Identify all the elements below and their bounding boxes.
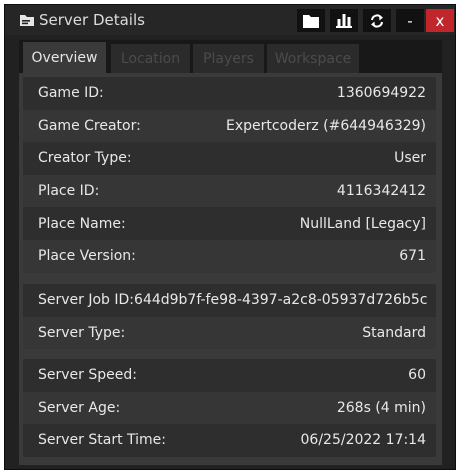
info-row-game-id: Game ID: 1360694922: [23, 77, 436, 110]
info-row-place-name: Place Name: NullLand [Legacy]: [23, 207, 436, 240]
row-label: Creator Type:: [38, 150, 132, 167]
info-row-server-type: Server Type: Standard: [23, 316, 436, 350]
row-value: 06/25/2022 17:14: [300, 432, 427, 449]
row-label: Place Name:: [38, 215, 126, 232]
folder-icon: [19, 12, 35, 28]
folder-icon: [303, 14, 319, 28]
row-label: Server Age:: [38, 399, 121, 416]
info-row-server-job-id: Server Job ID: 644d9b7f-fe98-4397-a2c8-0…: [23, 284, 436, 317]
stats-button[interactable]: [330, 9, 358, 32]
row-value: Expertcoderz (#644946329): [225, 117, 426, 134]
row-label: Server Type:: [38, 324, 126, 341]
tab-players[interactable]: Players: [193, 44, 264, 73]
row-value: 671: [399, 248, 426, 265]
server-details-window: Server Details - x Overview Location Pla…: [4, 4, 456, 470]
info-row-creator-type: Creator Type: User: [23, 142, 436, 175]
minimize-button[interactable]: -: [396, 9, 424, 32]
row-value: 60: [408, 367, 426, 384]
refresh-icon: [370, 13, 384, 28]
row-value: 644d9b7f-fe98-4397-a2c8-05937d726b5c: [134, 292, 428, 309]
row-value: 1360694922: [336, 85, 426, 102]
tab-workspace[interactable]: Workspace: [267, 44, 359, 73]
row-label: Place Version:: [38, 248, 136, 265]
row-label: Game ID:: [38, 85, 104, 102]
row-label: Server Speed:: [38, 367, 137, 384]
row-value: 268s (4 min): [336, 399, 426, 416]
close-button[interactable]: x: [426, 9, 454, 32]
row-value: Standard: [362, 324, 426, 341]
server-job-group: Server Job ID: 644d9b7f-fe98-4397-a2c8-0…: [23, 284, 436, 350]
tab-bar: Overview Location Players Workspace: [19, 40, 442, 73]
title-bar[interactable]: Server Details - x: [5, 5, 455, 35]
refresh-button[interactable]: [363, 9, 391, 32]
tab-overview[interactable]: Overview: [23, 42, 106, 73]
info-row-place-id: Place ID: 4116342412: [23, 174, 436, 208]
tab-location[interactable]: Location: [111, 44, 190, 73]
bar-chart-icon: [336, 13, 352, 28]
folder-button[interactable]: [297, 9, 325, 32]
content-area: Overview Location Players Workspace Game…: [19, 40, 442, 465]
row-value: NullLand [Legacy]: [299, 215, 426, 232]
row-label: Game Creator:: [38, 117, 141, 134]
window-title: Server Details: [39, 11, 145, 29]
row-label: Place ID:: [38, 183, 100, 200]
overview-panel: Game ID: 1360694922 Game Creator: Expert…: [19, 73, 442, 465]
server-stats-group: Server Speed: 60 Server Age: 268s (4 min…: [23, 359, 436, 457]
game-info-group: Game ID: 1360694922 Game Creator: Expert…: [23, 77, 436, 273]
info-row-place-version: Place Version: 671: [23, 239, 436, 273]
info-row-server-age: Server Age: 268s (4 min): [23, 391, 436, 425]
info-row-server-start-time: Server Start Time: 06/25/2022 17:14: [23, 424, 436, 457]
row-label: Server Job ID:: [38, 292, 135, 309]
row-label: Server Start Time:: [38, 432, 166, 449]
info-row-game-creator: Game Creator: Expertcoderz (#644946329): [23, 109, 436, 143]
row-value: 4116342412: [336, 183, 426, 200]
row-value: User: [394, 150, 426, 167]
info-row-server-speed: Server Speed: 60: [23, 359, 436, 392]
